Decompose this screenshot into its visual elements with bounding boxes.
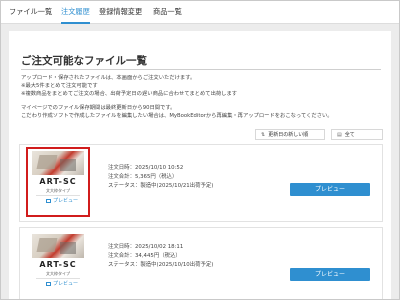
order-status: ステータス：製造中(2025/10/10出荷予定)	[108, 262, 214, 268]
main-panel: ご注文可能なファイル一覧 アップロード・保存されたファイルは、本画面からご注文い…	[9, 31, 391, 299]
order-date: 注文日時：2025/10/02 18:11	[108, 244, 184, 250]
order-amount: 注文合計：34,445円（税込）	[108, 253, 181, 259]
order-amount: 注文合計：5,365円（税込）	[108, 174, 178, 180]
preview-button[interactable]: プレビュー	[290, 268, 370, 281]
preview-button[interactable]: プレビュー	[290, 183, 370, 196]
title-divider	[21, 69, 381, 70]
description-line: ※複数商品をまとめてご注文の場合、出荷予定日の遅い商品に合わせてまとめて出荷しま…	[21, 91, 238, 97]
thumbnail-preview-link[interactable]: プレビュー	[46, 280, 78, 287]
thumbnail-divider	[36, 278, 80, 279]
filter-select[interactable]: ▤ 全て	[331, 129, 383, 140]
tab-product-list[interactable]: 商品一覧	[153, 1, 182, 23]
thumbnail-image	[32, 234, 84, 258]
description-line: アップロード・保存されたファイルは、本画面からご注文いただけます。	[21, 75, 196, 81]
highlight-box	[26, 147, 90, 217]
sort-select[interactable]: ⇅ 更新日の新しい順	[255, 129, 325, 140]
product-thumbnail[interactable]: ART-SC 文大枠タイプ プレビュー	[32, 234, 84, 287]
thumbnail-subtitle: 文大枠タイプ	[46, 271, 70, 276]
order-card: ART-SC 文大枠タイプ プレビュー 注文日時：2025/10/02 18:1…	[19, 227, 383, 299]
top-nav: ファイル一覧 注文履歴 登録情報変更 商品一覧	[1, 1, 399, 24]
description-line: ※最大5件まとめて注文可能です	[21, 83, 98, 89]
sort-icon: ⇅	[261, 132, 266, 138]
filter-icon: ▤	[337, 132, 342, 138]
order-date: 注文日時：2025/10/10 10:52	[108, 165, 184, 171]
tab-order-history[interactable]: 注文履歴	[61, 1, 90, 24]
order-card: ART-SC 文大枠タイプ プレビュー 注文日時：2025/10/10 10:5…	[19, 144, 383, 222]
description-line: こだわり作成ソフトで作成したファイルを編集したい場合は、MyBookEditor…	[21, 113, 333, 119]
thumbnail-title: ART-SC	[39, 260, 77, 269]
tab-file-list[interactable]: ファイル一覧	[9, 1, 52, 23]
preview-link-label: プレビュー	[53, 281, 79, 287]
filter-label: 全て	[344, 132, 355, 138]
description-line: マイページでのファイル保存期間は最終更新日から90日間です。	[21, 105, 176, 111]
browser-frame: ファイル一覧 注文履歴 登録情報変更 商品一覧 ご注文可能なファイル一覧 アップ…	[0, 0, 400, 300]
order-status: ステータス：製造中(2025/10/21出荷予定)	[108, 183, 214, 189]
tab-account-settings[interactable]: 登録情報変更	[99, 1, 142, 23]
preview-icon	[46, 281, 51, 286]
page-title: ご注文可能なファイル一覧	[21, 55, 147, 67]
sort-label: 更新日の新しい順	[268, 132, 309, 138]
